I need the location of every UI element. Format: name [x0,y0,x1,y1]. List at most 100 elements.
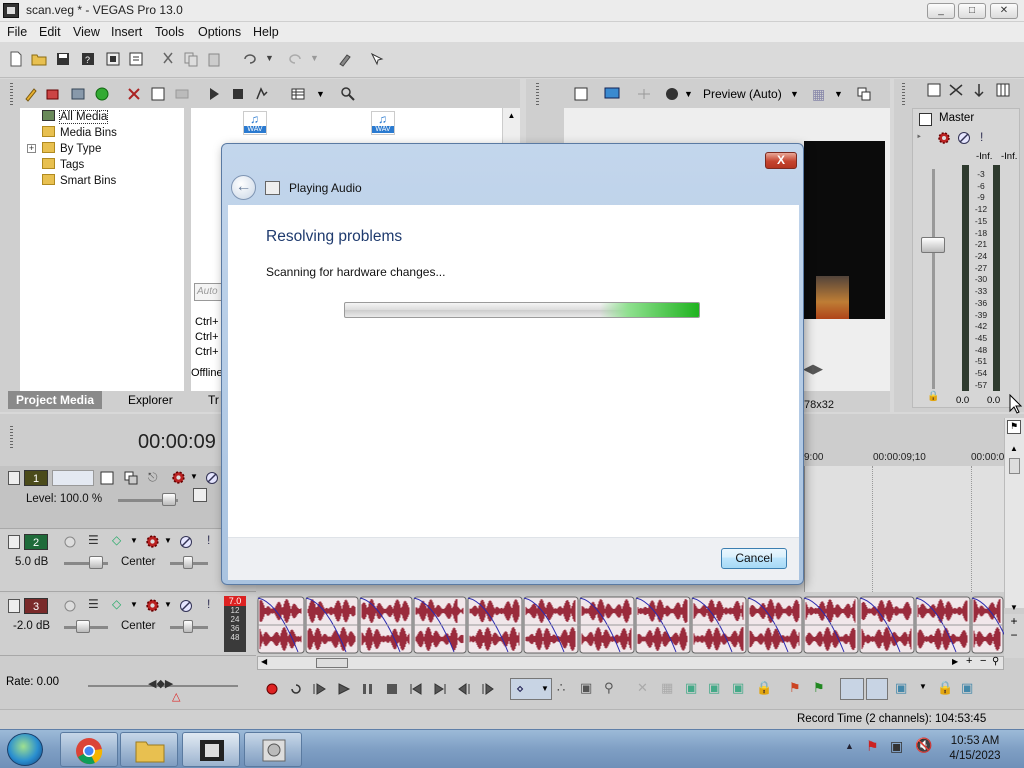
whats-this-help-icon[interactable] [369,51,385,67]
scroll-right-icon[interactable]: ▶ [952,657,958,666]
overlays-dropdown-icon[interactable]: ▼ [834,89,843,99]
redo-dropdown-icon[interactable]: ▼ [310,53,319,63]
auto-crossfade-icon[interactable] [866,678,888,700]
master-lock-icon[interactable]: 🔒 [927,391,939,402]
stop-preview-icon[interactable] [230,86,246,102]
track-2-volume-thumb[interactable] [89,556,103,569]
horizontal-scroll-thumb[interactable] [316,658,348,668]
copy-snapshot-icon[interactable] [856,86,872,102]
track-3-arm-record-icon[interactable] [63,599,77,613]
envelope-tool-icon[interactable]: ∴ [557,680,565,696]
scroll-up-icon[interactable]: ▲ [503,111,520,120]
loop-playback-icon[interactable] [288,682,304,696]
normal-edit-tool[interactable]: ⋄ ▼ [510,678,552,700]
menu-options[interactable]: Options [198,25,241,39]
track-2-send-dropdown-icon[interactable]: ▼ [130,536,138,545]
track-3-header[interactable]: 3 ☰ ◇ ▼ ▼ ! 7.0 12 24 36 48 -2.0 dB Cent… [0,594,256,656]
explorer-taskbar-icon[interactable] [120,732,178,767]
media-properties-icon[interactable] [150,86,166,102]
track-3-volume-thumb[interactable] [76,620,90,633]
save-as-icon[interactable]: ? [80,51,96,67]
back-arrow-icon[interactable]: ← [231,175,256,200]
remove-media-icon[interactable] [126,86,142,102]
external-monitor-icon[interactable] [604,86,620,102]
maximize-button[interactable]: □ [958,3,986,19]
dialog-close-button[interactable]: X [765,152,797,169]
tree-item-smart-bins[interactable]: Smart Bins [42,174,116,190]
track-1-mute-icon[interactable] [205,471,219,485]
track-2-send-icon[interactable]: ◇ [112,533,121,547]
menu-help[interactable]: Help [253,25,279,39]
go-to-start-icon[interactable] [408,682,424,696]
marker-flag-icon[interactable]: ⚑ [1007,420,1021,434]
timeline-vertical-scrollbar[interactable]: ⚑ ▲ ▼ [1004,418,1024,612]
dim-output-icon[interactable] [971,82,987,98]
play-from-start-icon[interactable] [312,682,328,696]
track-1-fx-dropdown-icon[interactable]: ▼ [190,472,198,481]
tab-explorer[interactable]: Explorer [120,391,181,409]
wav-file-thumb-2[interactable]: ♫ WAV [371,111,395,135]
open-folder-icon[interactable] [31,51,47,67]
network-icon[interactable]: ▣ [890,738,903,755]
track-3-fx-dropdown-icon[interactable]: ▼ [164,600,172,609]
snapping-dropdown-icon[interactable]: ▼ [919,682,927,691]
expand-by-type-icon[interactable]: + [27,144,36,153]
undo-dropdown-icon[interactable]: ▼ [265,53,274,63]
tree-item-tags[interactable]: Tags [42,158,84,174]
group-icon[interactable]: ▣ [961,680,973,696]
track-1-header[interactable]: 1 ⎋ ▼ Level: 100.0 % [0,466,256,529]
views-dropdown-icon[interactable]: ▼ [316,89,325,99]
zoom-out-time-icon[interactable]: − [980,655,986,667]
tree-item-all-media[interactable]: All Media [42,110,109,126]
track-2-pan-thumb[interactable] [183,556,193,569]
minimize-button[interactable]: _ [927,3,955,19]
track-3-solo-icon[interactable]: ! [207,597,210,611]
track-2-solo-icon[interactable]: ! [207,533,210,547]
insert-marker-icon[interactable]: ⚑ [789,680,801,696]
split-screen-icon[interactable] [636,86,652,102]
master-mute-icon[interactable] [957,131,971,145]
go-to-end-icon[interactable] [432,682,448,696]
zoom-tool-icon[interactable]: ⚲ [992,656,999,667]
menu-insert[interactable]: Insert [111,25,142,39]
copy-icon[interactable] [183,51,199,67]
insert-region-icon[interactable]: ⚑ [813,680,825,696]
track-3-fx-gear-icon[interactable] [145,598,160,613]
master-solo-icon[interactable]: ! [980,130,983,144]
previous-frame-icon[interactable] [456,682,472,696]
import-media-icon[interactable] [23,86,39,102]
selection-tool-icon[interactable]: ▣ [580,680,592,696]
volume-muted-icon[interactable]: 🔇 [915,737,932,754]
master-bypass-icon[interactable] [919,113,932,126]
search-media-icon[interactable] [340,86,356,102]
fx-dropdown-icon[interactable]: ▼ [684,89,693,99]
track-2-minimize-icon[interactable] [8,535,20,549]
track-3-phase-icon[interactable]: ☰ [88,597,99,611]
show-hidden-icons[interactable]: ▲ [845,741,854,751]
video-fx-icon[interactable] [664,86,680,102]
stop-icon[interactable] [384,682,400,696]
preview-quality-dropdown[interactable]: Preview (Auto) [703,87,782,101]
next-frame-icon[interactable]: ◀▶ [803,361,823,377]
render-as-icon[interactable] [105,51,121,67]
track-2-header[interactable]: 2 ☰ ◇ ▼ ▼ ! 5.0 dB Center [0,530,256,592]
audio-track-lane[interactable] [257,596,1013,654]
play-icon[interactable] [336,682,352,696]
track-1-motion-icon[interactable] [100,471,114,485]
track-1-composite-icon[interactable] [124,471,138,485]
tree-item-by-type[interactable]: By Type [42,142,101,158]
lock-envelopes-icon[interactable]: 🔒 [756,680,772,696]
track-2-fx-dropdown-icon[interactable]: ▼ [164,536,172,545]
scroll-up-icon[interactable]: ▲ [1010,444,1018,453]
track-1-minimize-icon[interactable] [8,471,20,485]
track-1-name-field[interactable] [52,470,94,486]
system-clock[interactable]: 10:53 AM 4/15/2023 [940,734,1010,764]
search-media-field[interactable]: Auto [194,283,224,301]
track-2-fx-gear-icon[interactable] [145,534,160,549]
master-volume-fader[interactable] [921,237,945,253]
preview-quality-dropdown-icon[interactable]: ▼ [790,89,799,99]
track-1-level-thumb[interactable] [162,493,176,506]
properties-icon[interactable] [128,51,144,67]
edit-tool-dropdown-icon[interactable]: ▼ [541,684,549,693]
undo-icon[interactable] [242,51,258,67]
